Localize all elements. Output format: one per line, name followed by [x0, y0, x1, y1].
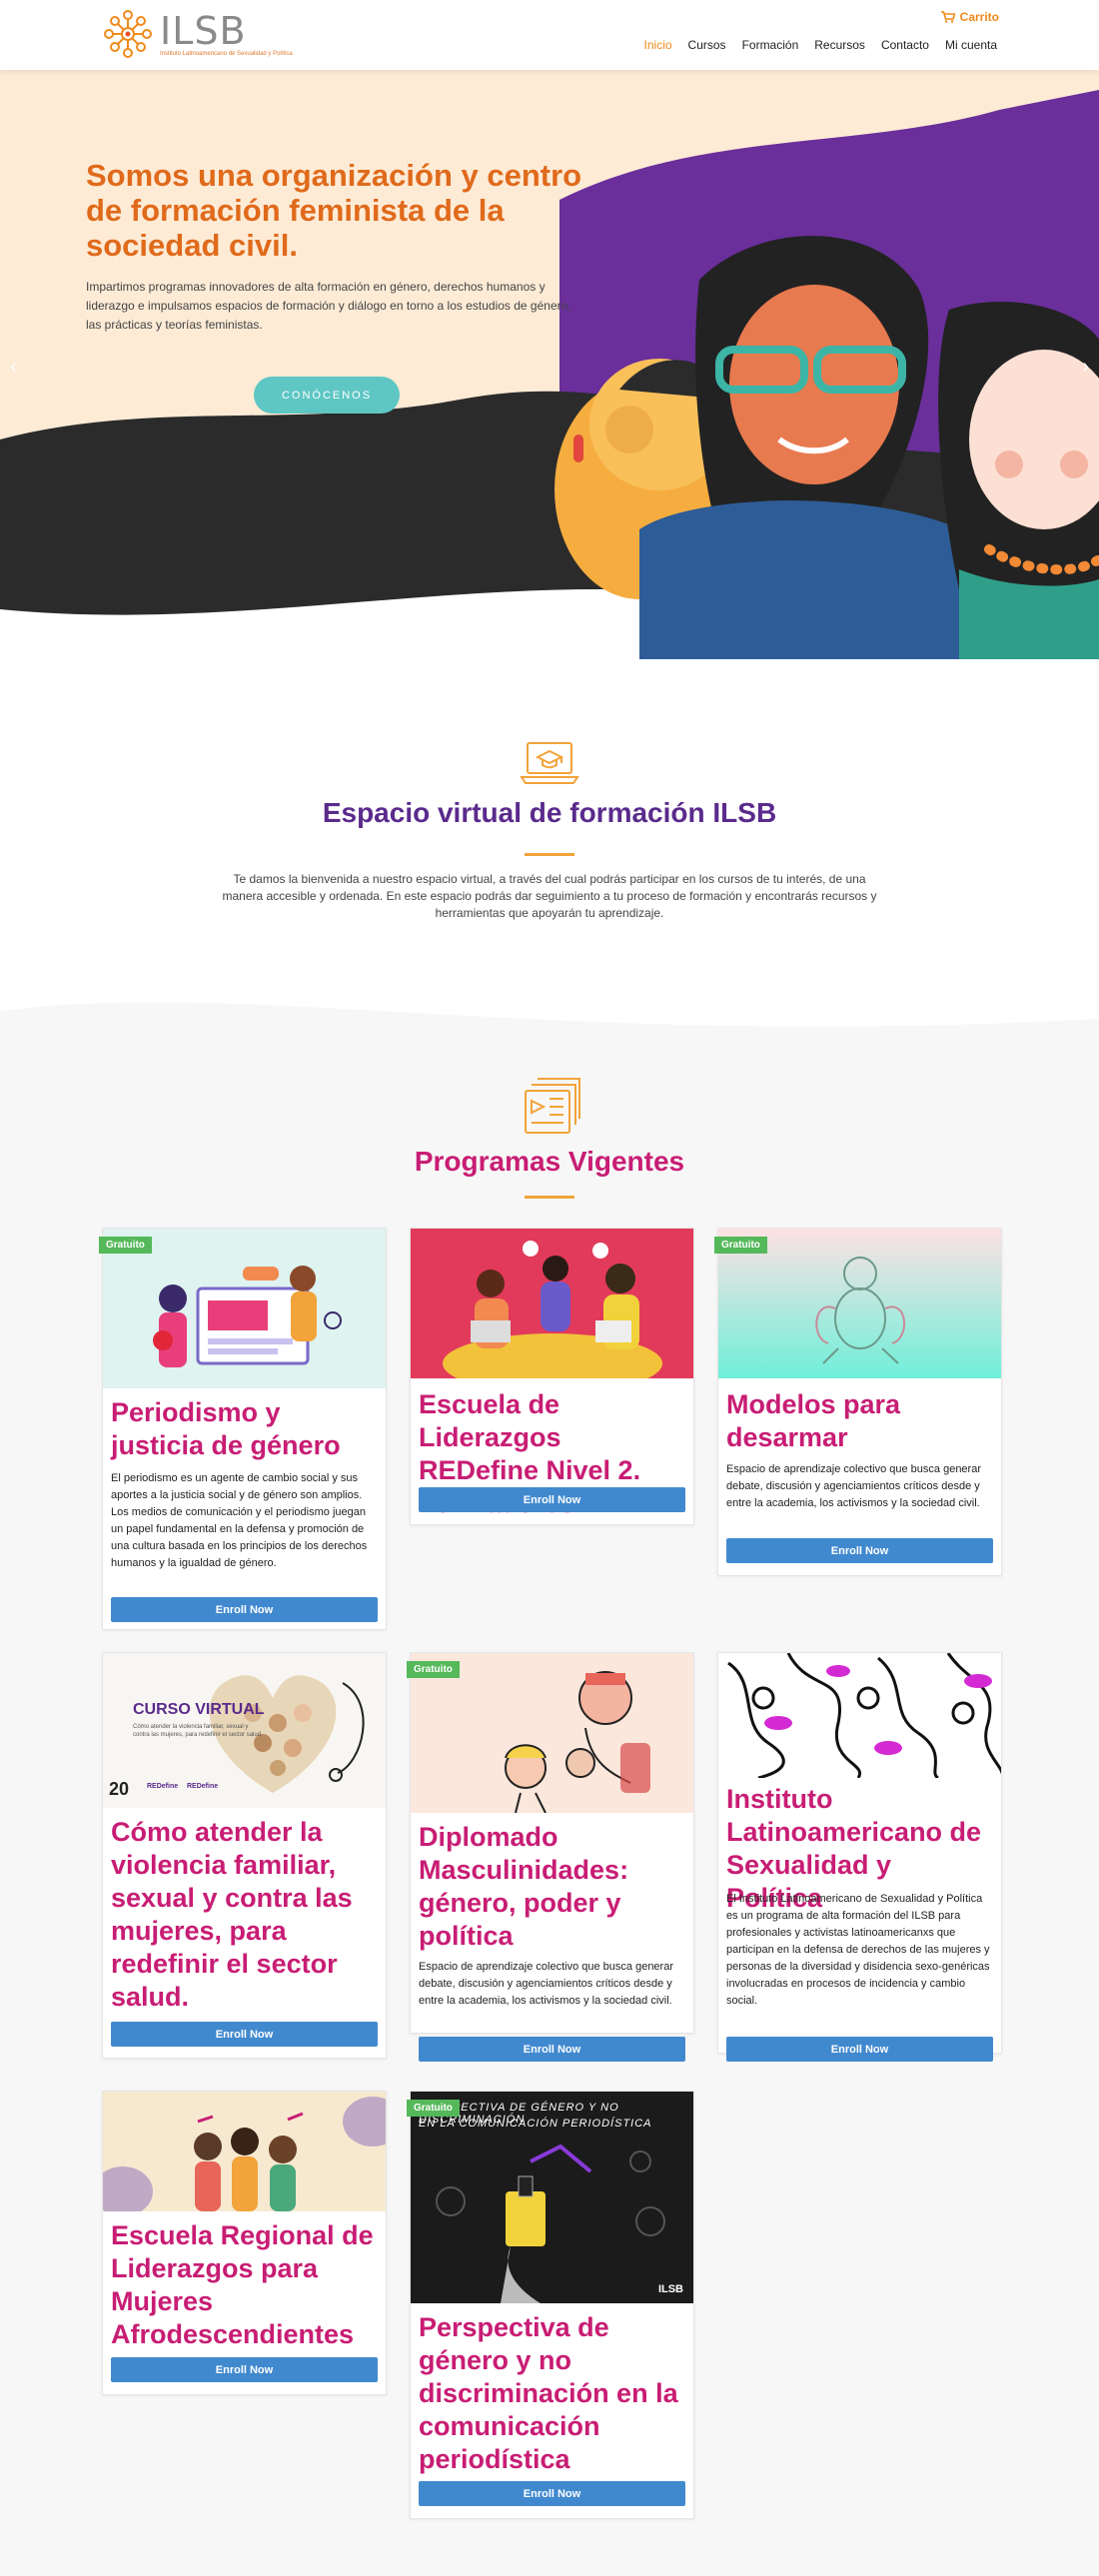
intro-section: Espacio virtual de formación ILSB Te dam… — [0, 659, 1099, 1049]
nav-contacto[interactable]: Contacto — [881, 38, 929, 52]
program-card[interactable]: Instituto Latinoamericano de Sexualidad … — [717, 1652, 1002, 2062]
intro-title: Espacio virtual de formación ILSB — [322, 797, 777, 828]
card-image-brand: ILSB — [657, 2283, 683, 2295]
cart-label: Carrito — [959, 10, 999, 24]
enroll-now-button[interactable]: Enroll Now — [419, 2037, 685, 2062]
card-image[interactable] — [411, 1229, 693, 1378]
nav-inicio[interactable]: Inicio — [644, 38, 672, 52]
card-image[interactable]: PERSPECTIVA DE GÉNERO Y NO DISCRIMINACIÓ… — [411, 2092, 693, 2303]
conocenos-button[interactable]: CONÓCENOS — [254, 377, 400, 414]
logo-subtitle: Instituto Latinoamericano de Sexualidad … — [160, 50, 293, 57]
card-image-subtitle: Cómo atender la violencia familiar, sexu… — [133, 1724, 262, 1738]
card-title[interactable]: Periodismo y justicia de género — [111, 1396, 378, 1462]
hero-title: Somos una organización y centro de forma… — [86, 158, 582, 263]
hero-text: Impartimos programas innovadores de alta… — [86, 280, 571, 332]
cart-icon — [940, 11, 955, 23]
card-image[interactable]: CURSO VIRTUAL Cómo atender la violencia … — [103, 1653, 386, 1808]
prev-arrow-icon[interactable]: ‹ — [10, 356, 17, 379]
card-image-year: 20 — [109, 1779, 130, 1799]
slider-dot-1[interactable] — [539, 640, 549, 650]
card-image[interactable] — [103, 2092, 386, 2211]
enroll-now-button[interactable]: Enroll Now — [726, 1538, 993, 1563]
programs-title: Programas Vigentes — [414, 1146, 685, 1177]
card-description: Espacio de aprendizaje colectivo que bus… — [726, 1463, 981, 1509]
enroll-now-button[interactable]: Enroll Now — [419, 2481, 685, 2506]
slider-dot-2[interactable] — [554, 640, 564, 650]
leadership-illustration — [443, 1241, 662, 1378]
card-image-brand: REDefine — [147, 1783, 179, 1790]
enroll-now-button[interactable]: Enroll Now — [111, 2022, 378, 2047]
program-card[interactable]: Gratuito Modelos para desarmar Espacio d… — [714, 1228, 1002, 1576]
nav-mi-cuenta[interactable]: Mi cuenta — [945, 38, 997, 52]
site-header: ILSB Instituto Latinoamericano de Sexual… — [0, 0, 1099, 70]
card-description: El periodismo es un agente de cambio soc… — [111, 1472, 368, 1569]
program-card[interactable]: Gratuito Periodismo y justicia de género… — [99, 1228, 387, 1630]
enroll-now-button[interactable]: Enroll Now — [419, 1487, 685, 1512]
program-card[interactable]: CURSO VIRTUAL Cómo atender la violencia … — [102, 1652, 387, 2059]
free-badge: Gratuito — [714, 1237, 767, 1254]
nav-formacion[interactable]: Formación — [742, 38, 799, 52]
main-nav: Inicio Cursos Formación Recursos Contact… — [644, 38, 997, 52]
laptop-graduation-icon — [520, 742, 579, 784]
card-image-heading: CURSO VIRTUAL — [133, 1701, 265, 1718]
logo[interactable]: ILSB Instituto Latinoamericano de Sexual… — [100, 6, 293, 62]
cart-link[interactable]: Carrito — [940, 10, 999, 24]
programs-divider — [525, 1196, 574, 1199]
wave-divider — [0, 1002, 1099, 1049]
faces-illustration — [727, 1653, 1001, 1778]
enroll-now-button[interactable]: Enroll Now — [111, 2357, 378, 2382]
card-image-text-2: EN LA COMUNICACIÓN PERIODÍSTICA — [419, 2118, 652, 2130]
enroll-now-button[interactable]: Enroll Now — [111, 1597, 378, 1622]
next-arrow-icon[interactable]: › — [1082, 356, 1089, 379]
nav-cursos[interactable]: Cursos — [688, 38, 726, 52]
enroll-now-button[interactable]: Enroll Now — [726, 2037, 993, 2062]
program-card[interactable]: Escuela Regional de Liderazgos para Muje… — [102, 2091, 387, 2395]
program-card[interactable]: Gratuito Diplomado Masculinidades: géner… — [407, 1652, 694, 2062]
card-image-brand-2: REDefine — [187, 1783, 219, 1790]
card-image[interactable] — [718, 1653, 1001, 1778]
card-title[interactable]: Escuela Regional de Liderazgos para Muje… — [111, 2219, 378, 2351]
free-badge: Gratuito — [99, 1237, 152, 1254]
card-title[interactable]: Cómo atender la violencia familiar, sexu… — [111, 1816, 378, 2014]
intro-divider — [525, 853, 574, 856]
slider-dots — [539, 640, 564, 650]
free-badge: Gratuito — [407, 1661, 460, 1678]
card-description: El Instituto Latinoamericano de Sexualid… — [726, 1893, 990, 2007]
nav-recursos[interactable]: Recursos — [814, 38, 865, 52]
card-title[interactable]: Perspectiva de género y no discriminació… — [419, 2311, 685, 2476]
card-title[interactable]: Modelos para desarmar — [726, 1388, 993, 1454]
video-course-icon — [525, 1078, 580, 1134]
logo-title: ILSB — [160, 8, 247, 53]
hero-slider: Somos una organización y centro de forma… — [0, 70, 1099, 659]
card-description: Espacio de aprendizaje colectivo que bus… — [419, 1961, 673, 2007]
program-card[interactable]: Gratuito PERSPECTIVA DE GÉNERO Y NO DISC… — [407, 2091, 694, 2519]
free-badge: Gratuito — [407, 2100, 460, 2117]
logo-mark-icon — [104, 10, 152, 58]
program-card[interactable]: Escuela de Liderazgos REDefine Nivel 2. … — [410, 1228, 694, 1525]
intro-text: Te damos la bienvenida a nuestro espacio… — [222, 872, 877, 920]
afro-leadership-illustration — [103, 2097, 386, 2211]
card-title[interactable]: Diplomado Masculinidades: género, poder … — [419, 1821, 685, 1953]
